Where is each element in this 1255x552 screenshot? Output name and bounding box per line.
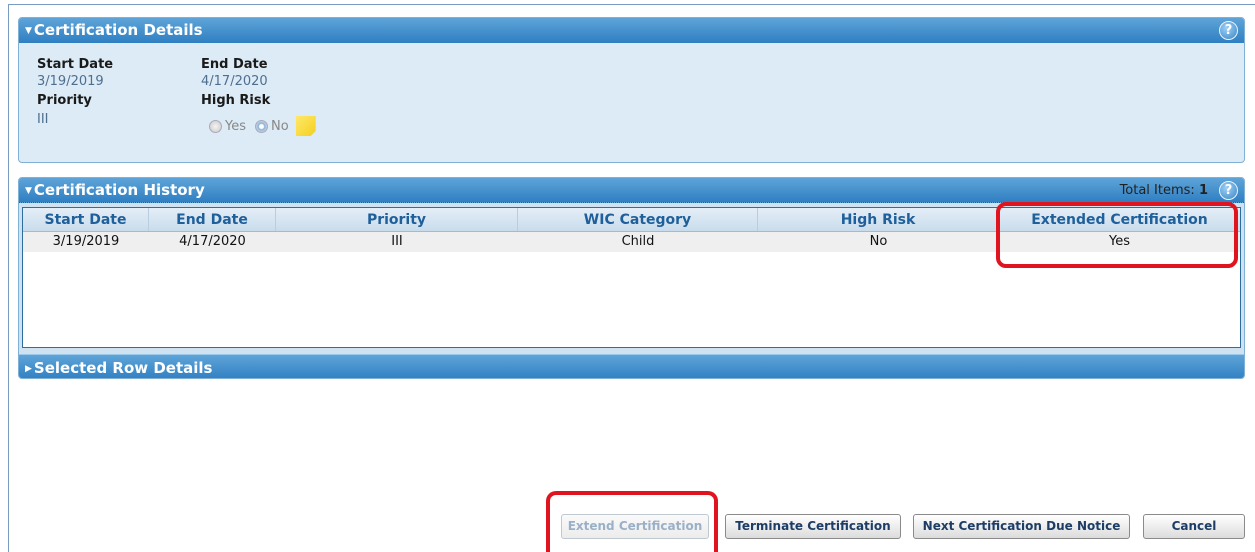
cell-wic-category: Child [621,234,655,249]
next-certification-due-notice-button[interactable]: Next Certification Due Notice [913,514,1130,539]
help-icon[interactable]: ? [1219,21,1238,40]
certification-history-title: Certification History [33,181,205,199]
high-risk-radio-group: Yes No [209,116,316,136]
priority-label: Priority [37,93,92,108]
start-date-label: Start Date [37,57,114,72]
certification-details-panel: ▼ Certification Details ? Start Date 3/19… [18,17,1245,163]
column-header-wic-category[interactable]: WIC Category [518,208,758,231]
cell-priority: III [391,234,403,249]
column-header-priority[interactable]: Priority [276,208,518,231]
selected-row-details-title: Selected Row Details [33,359,213,377]
sticky-note-icon[interactable] [295,116,316,136]
end-date-label: End Date [201,57,268,72]
highlight-extend-button [546,491,718,552]
collapse-caret-icon[interactable]: ▼ [25,26,32,36]
column-header-high-risk[interactable]: High Risk [758,208,999,231]
cancel-button[interactable]: Cancel [1143,514,1245,539]
column-header-start-date[interactable]: Start Date [23,208,149,231]
highlight-extended-certification [996,202,1238,268]
total-items-label: Total Items: [1119,183,1195,198]
high-risk-no-label: No [271,118,289,134]
selected-row-details-header[interactable]: ▶ Selected Row Details [19,354,1244,378]
total-items: Total Items: 1 [1120,178,1208,203]
high-risk-yes-radio[interactable] [209,119,222,133]
certification-details-title: Certification Details [33,21,203,39]
cell-high-risk: No [869,234,888,249]
certification-details-header[interactable]: ▼ Certification Details ? [19,18,1244,43]
total-items-count: 1 [1198,183,1208,198]
expand-caret-icon[interactable]: ▶ [25,364,32,374]
high-risk-no-radio[interactable] [255,119,268,133]
cell-start-date: 3/19/2019 [52,234,120,249]
high-risk-label: High Risk [201,93,271,108]
end-date-value: 4/17/2020 [201,74,268,89]
cell-end-date: 4/17/2020 [179,234,246,249]
priority-value: III [37,112,49,127]
high-risk-yes-label: Yes [225,118,246,134]
start-date-value: 3/19/2019 [37,74,104,89]
column-header-end-date[interactable]: End Date [149,208,276,231]
help-icon[interactable]: ? [1219,181,1238,200]
collapse-caret-icon[interactable]: ▼ [25,186,32,196]
terminate-certification-button[interactable]: Terminate Certification [725,514,901,539]
certification-history-header[interactable]: ▼ Certification History Total Items: 1 ? [19,178,1244,203]
